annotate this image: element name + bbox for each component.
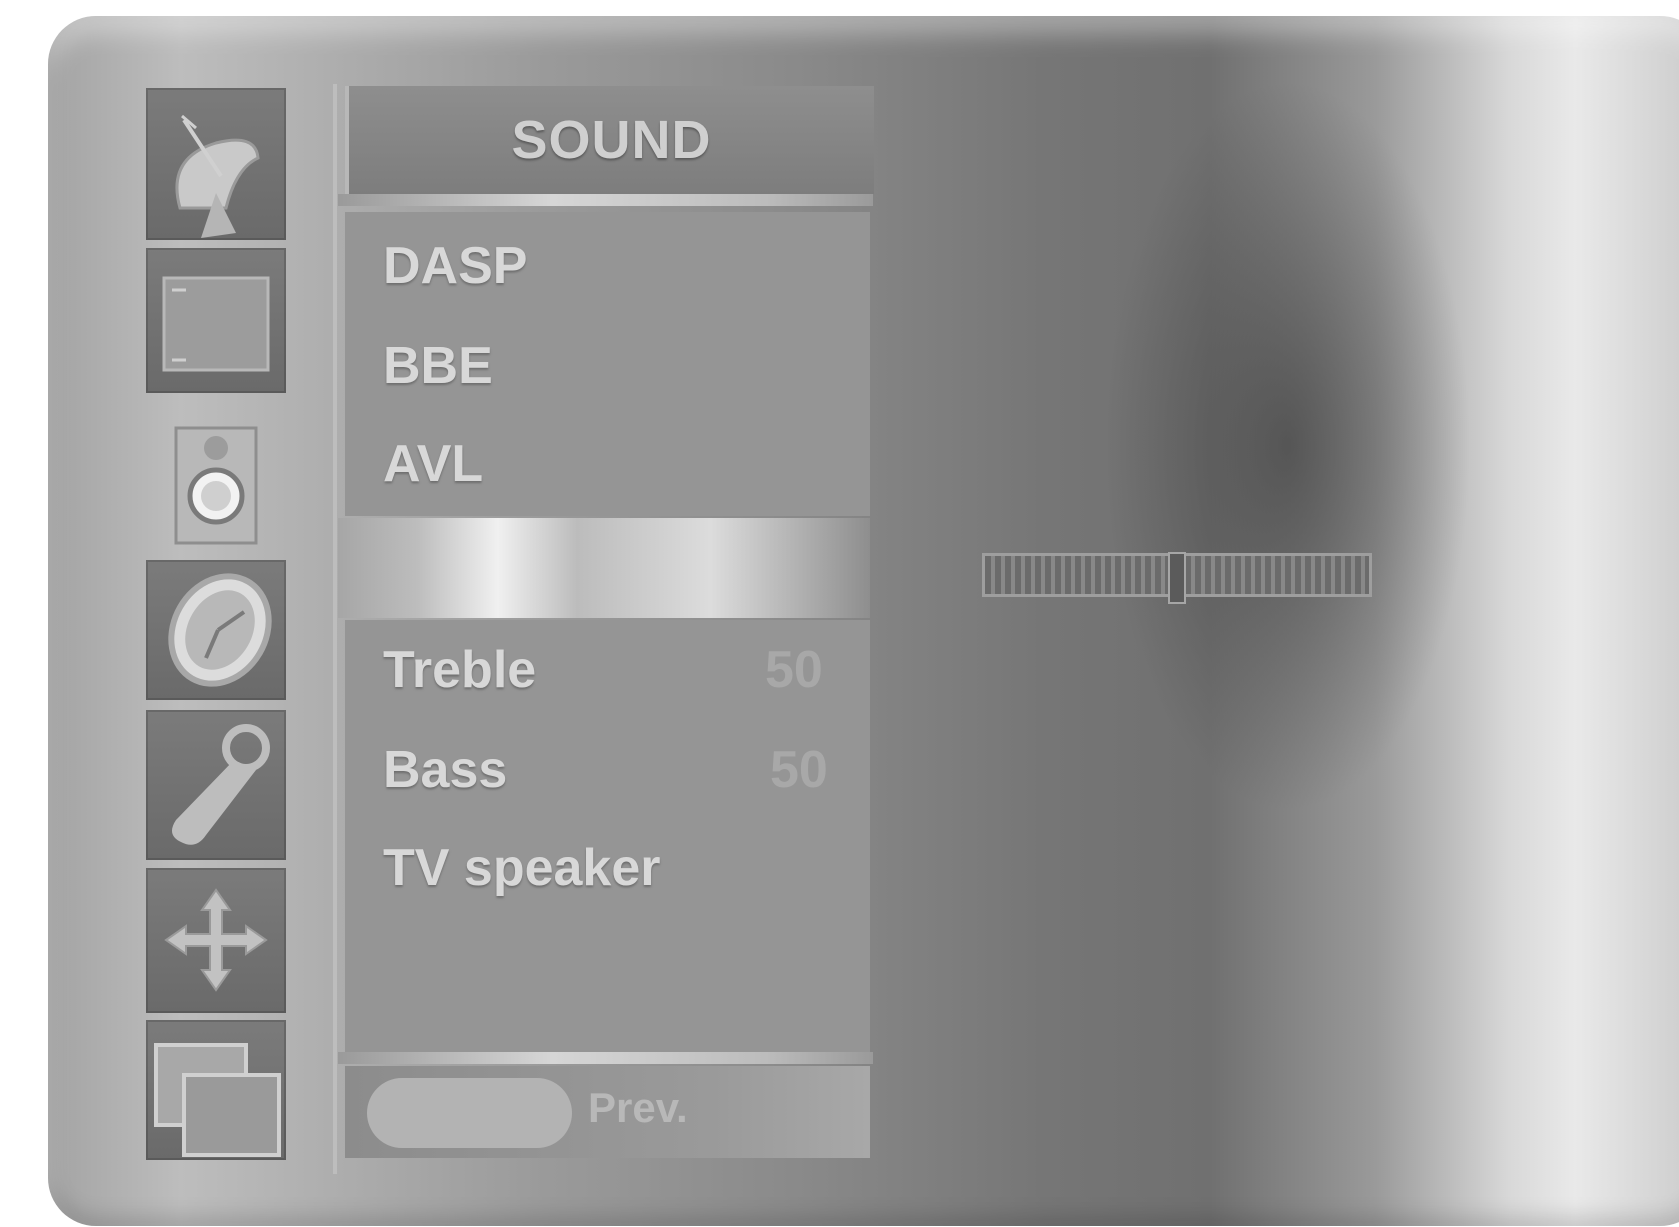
menu-item-bbe[interactable]: BBE xyxy=(383,336,493,396)
menu-title: SOUND xyxy=(345,86,874,194)
prev-label: Prev. xyxy=(588,1084,688,1131)
picture-screen-icon xyxy=(162,276,270,372)
sidebar-item-special[interactable] xyxy=(146,710,286,860)
wrench-icon xyxy=(172,724,270,845)
menu-item-tv-speaker[interactable]: TV speaker xyxy=(383,838,661,898)
sidebar-item-pip[interactable] xyxy=(146,1020,286,1160)
sidebar-item-picture[interactable] xyxy=(146,248,286,393)
treble-value: 50 xyxy=(765,641,823,699)
satellite-dish-icon xyxy=(175,114,260,238)
input-windows-icon xyxy=(154,1043,281,1157)
selected-item-highlight[interactable] xyxy=(338,518,870,618)
sidebar-item-station[interactable] xyxy=(146,88,286,240)
slider-handle[interactable] xyxy=(1168,552,1186,604)
prev-key-indicator[interactable] xyxy=(367,1078,572,1148)
menu-group-2: Treble 50 Bass 50 TV speaker xyxy=(345,620,870,1052)
footer-separator xyxy=(338,1052,873,1064)
title-separator xyxy=(338,194,873,206)
sidebar-item-screen[interactable] xyxy=(146,868,286,1013)
menu-item-treble[interactable]: Treble xyxy=(383,640,536,700)
menu-group-1: DASP BBE AVL xyxy=(345,212,870,516)
menu-item-dasp[interactable]: DASP xyxy=(383,236,527,296)
menu-item-bass[interactable]: Bass xyxy=(383,740,507,800)
footer-bar: Prev. xyxy=(345,1066,870,1158)
clock-icon xyxy=(168,573,272,687)
sidebar-item-time[interactable] xyxy=(146,560,286,700)
move-arrows-icon xyxy=(164,888,268,992)
menu-item-avl[interactable]: AVL xyxy=(383,434,483,494)
level-slider[interactable] xyxy=(982,552,1372,604)
menu-divider xyxy=(333,84,337,1174)
bass-value: 50 xyxy=(770,741,828,799)
sidebar-item-sound[interactable] xyxy=(146,410,286,550)
speaker-icon xyxy=(174,426,258,545)
